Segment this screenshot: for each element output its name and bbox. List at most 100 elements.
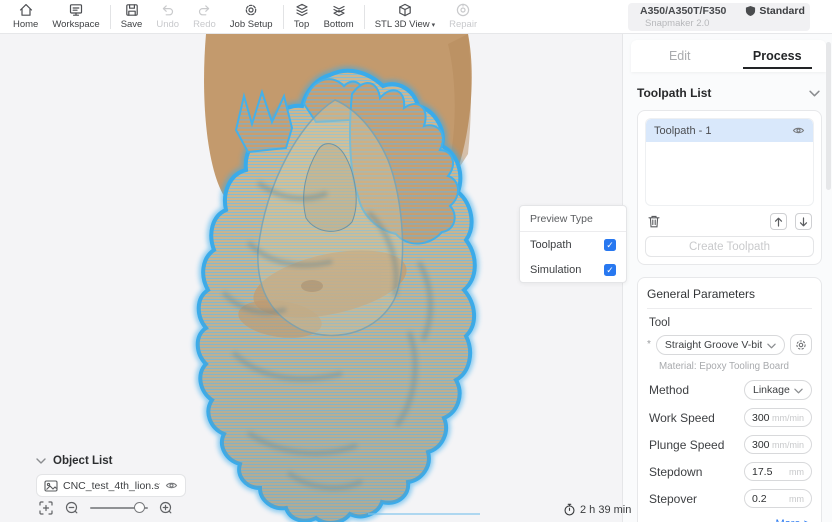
chevron-down-icon[interactable] [809, 84, 820, 102]
stepover-label: Stepover [649, 491, 698, 506]
tab-process[interactable]: Process [729, 40, 827, 72]
object-list-item[interactable]: CNC_test_4th_lion.stl [36, 474, 186, 497]
work-speed-unit: mm/min [772, 412, 804, 423]
plunge-speed-row: Plunge Speed 300 mm/min [647, 435, 812, 454]
tool-row: * Straight Groove V-bit [647, 334, 812, 355]
stepover-row: Stepover 0.2 mm [647, 489, 812, 508]
redo-label: Redo [193, 19, 216, 30]
method-row: Method Linkage [647, 380, 812, 400]
move-toolpath-up-button[interactable] [770, 213, 787, 230]
toolpath-list-title: Toolpath List [637, 86, 712, 100]
create-toolpath-button[interactable]: Create Toolpath [645, 236, 814, 257]
object-list-header[interactable]: Object List [36, 455, 186, 467]
gear-icon [796, 339, 806, 350]
zoom-controls [38, 500, 174, 516]
preview-option-simulation[interactable]: Simulation ✓ [520, 257, 626, 282]
home-button[interactable]: Home [6, 1, 45, 32]
redo-icon [199, 5, 210, 16]
toolpath-item[interactable]: Toolpath - 1 [646, 119, 813, 142]
save-button[interactable]: Save [114, 1, 150, 32]
undo-icon [162, 5, 173, 16]
toolpath-visibility-toggle[interactable] [792, 124, 805, 137]
toolpath-option-label: Toolpath [530, 239, 572, 251]
toolbar-separator [363, 4, 365, 29]
more-row: More > [649, 514, 810, 522]
object-visibility-toggle[interactable] [165, 479, 178, 492]
bottom-view-label: Bottom [323, 19, 354, 30]
stepdown-unit: mm [789, 466, 804, 477]
work-speed-label: Work Speed [649, 410, 715, 425]
fit-view-button[interactable] [38, 500, 54, 516]
object-list-title: Object List [53, 455, 113, 467]
plunge-speed-unit: mm/min [772, 439, 804, 450]
simulation-checkbox[interactable]: ✓ [604, 264, 616, 276]
toolpath-list-header[interactable]: Toolpath List [637, 84, 820, 102]
delete-toolpath-button[interactable] [647, 214, 661, 229]
stepdown-row: Stepdown 17.5 mm [647, 462, 812, 481]
stl-3d-view-icon [399, 3, 411, 17]
chevron-down-icon [767, 336, 776, 354]
workspace-icon [69, 4, 83, 16]
job-setup-label: Job Setup [229, 19, 273, 30]
plunge-speed-input[interactable]: 300 mm/min [744, 435, 812, 454]
toolpath-item-name: Toolpath - 1 [654, 124, 712, 137]
chevron-down-icon [794, 381, 803, 399]
stepover-input[interactable]: 0.2 mm [744, 489, 812, 508]
arrow-down-icon [799, 216, 808, 226]
zoom-out-icon [65, 501, 78, 514]
stl-3d-view-button[interactable]: STL 3D View ▾ [368, 1, 442, 32]
stepover-value: 0.2 [752, 492, 767, 505]
bottom-view-button[interactable]: Bottom [317, 1, 361, 32]
toolpath-checkbox[interactable]: ✓ [604, 239, 616, 251]
trash-icon [648, 215, 660, 228]
preview-option-toolpath[interactable]: Toolpath ✓ [520, 232, 626, 257]
toolpath-list-box: Toolpath - 1 [645, 118, 814, 206]
panel-scrollbar[interactable] [826, 42, 831, 190]
required-marker: * [647, 339, 651, 350]
zoom-in-icon [159, 501, 172, 514]
object-file-name: CNC_test_4th_lion.stl [63, 479, 160, 492]
zoom-slider-handle[interactable] [134, 502, 145, 513]
redo-button[interactable]: Redo [186, 1, 223, 32]
more-parameters-link[interactable]: More > [775, 518, 810, 522]
tool-select[interactable]: Straight Groove V-bit [655, 334, 785, 355]
undo-label: Undo [156, 19, 180, 30]
tab-edit[interactable]: Edit [631, 40, 729, 72]
undo-button[interactable]: Undo [149, 1, 186, 32]
top-view-button[interactable]: Top [287, 1, 317, 32]
tool-label: Tool [649, 317, 671, 329]
work-speed-value: 300 [752, 411, 770, 424]
zoom-out-button[interactable] [64, 500, 80, 516]
toolbar-separator [282, 4, 284, 29]
toolpath-list-card: Toolpath - 1 Create Toolpath [637, 110, 822, 265]
shield-icon [746, 5, 756, 17]
method-select[interactable]: Linkage [744, 380, 812, 400]
zoom-in-button[interactable] [158, 500, 174, 516]
tool-select-value: Straight Groove V-bit [664, 338, 763, 351]
save-icon [125, 4, 138, 16]
machine-model: A350/A350T/F350 [640, 5, 727, 17]
job-setup-button[interactable]: Job Setup [223, 1, 280, 32]
general-parameters-card: General Parameters Tool * Straight Groov… [637, 277, 822, 522]
stepdown-label: Stepdown [649, 464, 703, 479]
move-toolpath-down-button[interactable] [795, 213, 812, 230]
plunge-speed-value: 300 [752, 438, 770, 451]
machine-series: Snapmaker 2.0 [645, 18, 710, 29]
zoom-slider[interactable] [90, 500, 148, 516]
stl-3d-view-label: STL 3D View ▾ [374, 19, 436, 30]
work-speed-input[interactable]: 300 mm/min [744, 408, 812, 427]
work-speed-row: Work Speed 300 mm/min [647, 408, 812, 427]
method-select-value: Linkage [753, 384, 790, 396]
toolpath-actions [647, 213, 812, 230]
stepdown-input[interactable]: 17.5 mm [744, 462, 812, 481]
repair-icon [456, 3, 470, 17]
plunge-speed-label: Plunge Speed [649, 437, 725, 452]
simulation-option-label: Simulation [530, 264, 582, 276]
eye-icon [165, 482, 178, 489]
workspace-button[interactable]: Workspace [45, 1, 106, 32]
tool-settings-button[interactable] [790, 334, 812, 355]
time-estimate: 2 h 39 min [563, 503, 631, 516]
machine-info-box[interactable]: A350/A350T/F350 Standard Snapmaker 2.0 [628, 3, 810, 31]
save-label: Save [120, 19, 143, 30]
repair-button[interactable]: Repair [442, 1, 484, 32]
